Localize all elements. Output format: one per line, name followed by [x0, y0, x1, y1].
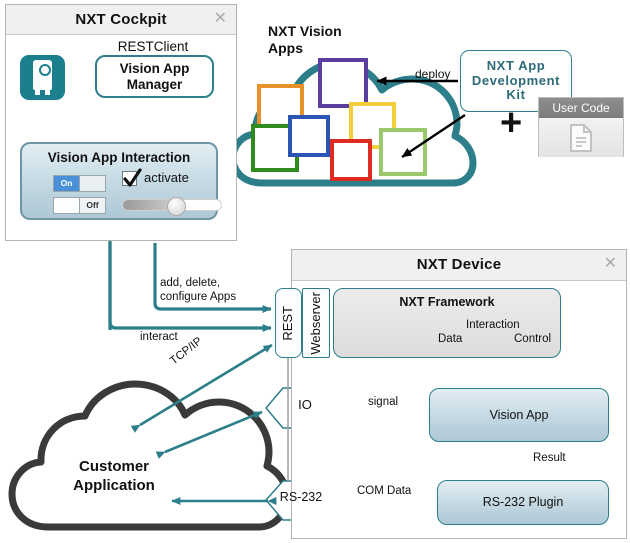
vision-apps-cloud — [229, 59, 477, 187]
vision-app-manager-line1: Vision App — [119, 60, 190, 76]
on-toggle-label: On — [54, 176, 80, 191]
customer-application-label: Customer Application — [44, 458, 184, 496]
on-toggle[interactable]: On — [53, 175, 106, 192]
vision-app-box[interactable]: Vision App — [429, 388, 609, 442]
device-icon-leg-right — [45, 89, 50, 95]
add-delete-configure-label: add, delete, configure Apps — [160, 276, 280, 305]
app-square-purple — [318, 58, 368, 108]
webserver-label: Webserver — [307, 291, 323, 355]
control-arrow-label: Control — [514, 333, 552, 345]
image-data-label-line1: Image — [570, 296, 583, 328]
io-label: IO — [298, 397, 312, 412]
off-toggle-blank — [54, 198, 80, 213]
interaction-arrow-label: Interaction — [466, 319, 520, 331]
app-square-red — [330, 139, 372, 181]
check-icon — [123, 168, 142, 187]
nxt-device-icon — [20, 55, 65, 100]
customer-label-line2: Application — [73, 476, 155, 494]
app-square-orange — [257, 84, 304, 131]
activate-checkbox[interactable] — [122, 168, 142, 187]
sdk-label-line1: NXT App — [486, 57, 546, 73]
vision-apps-cloud-label: NXT Vision Apps — [268, 23, 378, 57]
activate-label: activate — [144, 170, 189, 186]
off-toggle-label: Off — [80, 198, 105, 213]
customer-label-line1: Customer — [78, 458, 149, 475]
image-data-label-line2: Data — [583, 303, 595, 328]
nxt-framework-box: NXT Framework — [333, 288, 561, 358]
image-data-label: ImageData — [566, 296, 600, 332]
close-icon[interactable]: ✕ — [604, 255, 617, 273]
close-icon[interactable]: ✕ — [214, 10, 227, 28]
device-title: NXT Device — [416, 256, 502, 273]
nxt-framework-title: NXT Framework — [399, 295, 495, 309]
cockpit-title: NXT Cockpit — [75, 11, 167, 28]
user-code-header: User Code — [539, 98, 623, 118]
vision-app-interaction-title: Vision App Interaction — [47, 150, 191, 165]
tcpip-connector — [130, 343, 273, 433]
app-square-blue — [288, 115, 330, 157]
rest-client-label: RESTClient — [117, 39, 189, 54]
user-code-widget[interactable]: User Code — [538, 97, 624, 157]
vision-app-interaction-panel: Vision App Interaction On Off activate — [20, 142, 222, 220]
on-toggle-blank — [80, 176, 105, 191]
off-toggle[interactable]: Off — [53, 197, 106, 214]
rs232-plugin-label: RS-232 Plugin — [482, 495, 564, 510]
sdk-label-line2: Development — [471, 72, 561, 88]
intensity-slider[interactable] — [122, 197, 222, 216]
interact-label: interact — [140, 331, 178, 343]
io-to-customer-connector — [155, 410, 263, 459]
vision-app-manager-box[interactable]: Vision App Manager — [95, 55, 214, 98]
deploy-label: deploy — [415, 67, 451, 81]
add-delete-line2: configure Apps — [160, 291, 237, 304]
slider-knob[interactable] — [167, 197, 186, 216]
device-icon-leg-left — [35, 89, 40, 95]
vision-app-label: Vision App — [489, 407, 549, 422]
device-title-bar: NXT Device ✕ — [292, 250, 626, 281]
customer-application-cloud — [8, 380, 291, 531]
signal-label: signal — [368, 396, 399, 408]
document-icon — [570, 123, 592, 152]
rest-label: REST — [280, 305, 296, 341]
app-square-darkgreen — [251, 124, 299, 172]
device-icon-lens — [38, 64, 51, 76]
result-label: Result — [533, 452, 566, 464]
data-arrow-label: Data — [438, 333, 463, 345]
cockpit-title-bar: NXT Cockpit ✕ — [6, 5, 236, 35]
webserver-box: Webserver — [302, 288, 330, 358]
activate-checkbox-row[interactable]: activate — [122, 168, 189, 187]
diagram-canvas: NXT Cockpit ✕ RESTClient Vision App Mana… — [0, 0, 630, 543]
vision-apps-label-line1: NXT Vision — [268, 23, 342, 39]
com-data-label: COM Data — [357, 485, 412, 497]
rs232-plugin-box[interactable]: RS-232 Plugin — [437, 480, 609, 525]
user-code-body — [539, 118, 623, 157]
app-square-lightgreen — [379, 128, 427, 176]
add-delete-line1: add, delete, — [160, 277, 221, 289]
plus-sign: + — [500, 102, 523, 144]
vision-apps-label-line2: Apps — [268, 39, 303, 56]
sdk-to-cloud-arrow — [401, 114, 466, 158]
app-square-yellow — [349, 102, 396, 149]
vision-app-manager-line2: Manager — [126, 76, 183, 92]
rs232-label: RS-232 — [279, 490, 323, 504]
